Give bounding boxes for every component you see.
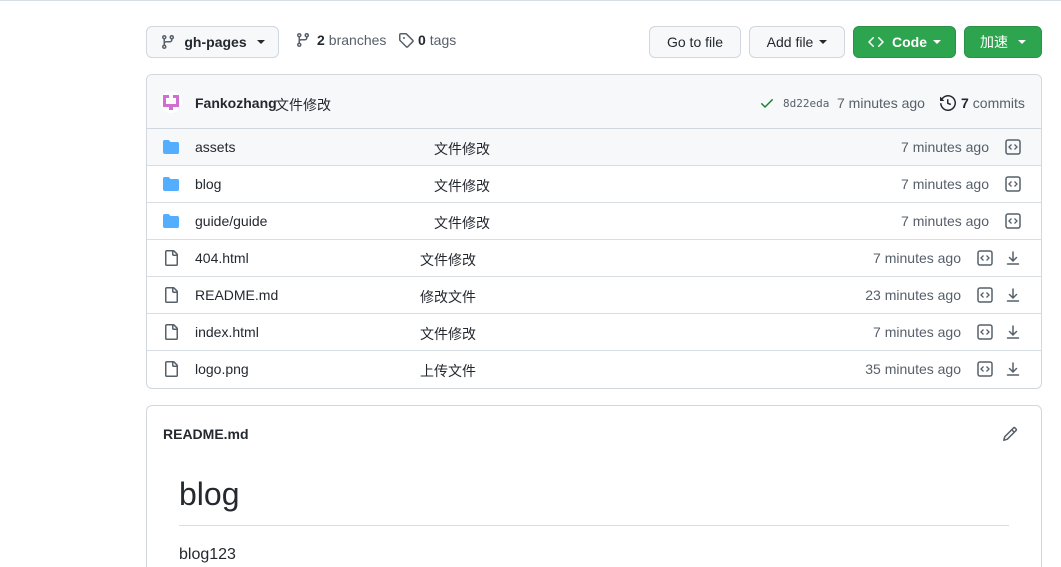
accelerate-button[interactable]: 加速 (964, 26, 1042, 58)
file-commit-message[interactable]: 文件修改 (434, 213, 490, 233)
branches-link[interactable]: 2 branches (295, 32, 386, 48)
file-row-404[interactable]: 404.html 文件修改 7 minutes ago (147, 240, 1041, 277)
file-row-logo[interactable]: logo.png 上传文件 35 minutes ago (147, 351, 1041, 388)
file-commit-message[interactable]: 文件修改 (434, 139, 490, 159)
view-code-icon[interactable] (1005, 139, 1021, 155)
branch-label: gh-pages (184, 34, 247, 50)
file-row-assets[interactable]: assets 文件修改 7 minutes ago (147, 129, 1041, 166)
file-name[interactable]: assets (195, 139, 235, 155)
download-icon[interactable] (1005, 361, 1021, 377)
readme-body: blog123 (179, 546, 236, 563)
tag-icon (399, 33, 414, 48)
file-commit-message[interactable]: 文件修改 (420, 324, 476, 344)
file-row-blog[interactable]: blog 文件修改 7 minutes ago (147, 166, 1041, 203)
branches-label: branches (328, 32, 387, 48)
file-commit-message[interactable]: 修改文件 (420, 287, 476, 307)
tags-link[interactable]: 0 tags (398, 32, 456, 48)
tags-count: 0 (418, 32, 426, 48)
readme-panel: README.md blog blog123 (146, 405, 1042, 567)
file-list: Fankozhang 文件修改 8d22eda 7 minutes ago 7 … (146, 74, 1042, 389)
file-commit-message[interactable]: 文件修改 (420, 250, 476, 270)
view-code-icon[interactable] (977, 361, 993, 377)
file-name[interactable]: blog (195, 176, 221, 192)
readme-heading: blog (179, 476, 240, 512)
chevron-down-icon (819, 40, 828, 44)
readme-filename: README.md (163, 426, 249, 442)
commits-count: 7 (961, 95, 969, 111)
file-time: 7 minutes ago (901, 139, 989, 155)
accelerate-label: 加速 (980, 34, 1008, 50)
file-icon (165, 324, 178, 340)
file-icon (165, 287, 178, 303)
download-icon[interactable] (1005, 250, 1021, 266)
pencil-icon[interactable] (1002, 426, 1018, 442)
file-icon (165, 361, 178, 377)
commits-label: commits (972, 95, 1025, 111)
add-file-label: Add file (766, 34, 814, 50)
file-name[interactable]: guide/guide (195, 213, 267, 229)
download-icon[interactable] (1005, 287, 1021, 303)
file-row-readme[interactable]: README.md 修改文件 23 minutes ago (147, 277, 1041, 314)
code-button[interactable]: Code (853, 26, 956, 58)
folder-icon (163, 140, 179, 154)
branch-select-button[interactable]: gh-pages (146, 26, 279, 58)
file-name[interactable]: index.html (195, 324, 259, 340)
avatar[interactable] (160, 91, 182, 113)
view-code-icon[interactable] (977, 324, 993, 340)
branch-icon (162, 35, 175, 50)
branch-icon (296, 33, 309, 48)
file-time: 7 minutes ago (873, 324, 961, 340)
chevron-down-icon (1018, 40, 1026, 44)
file-row-index[interactable]: index.html 文件修改 7 minutes ago (147, 314, 1041, 351)
view-code-icon[interactable] (977, 287, 993, 303)
file-icon (165, 250, 178, 266)
file-time: 35 minutes ago (865, 361, 961, 377)
file-name[interactable]: logo.png (195, 361, 249, 377)
code-label: Code (892, 34, 927, 50)
file-time: 7 minutes ago (873, 250, 961, 266)
commits-link[interactable]: 7 commits (940, 95, 1025, 111)
readme-heading-divider (179, 525, 1009, 526)
file-commit-message[interactable]: 上传文件 (420, 361, 476, 381)
check-icon (761, 99, 773, 108)
commit-author[interactable]: Fankozhang (195, 95, 277, 111)
download-icon[interactable] (1005, 324, 1021, 340)
branches-count: 2 (317, 32, 325, 48)
tags-label: tags (429, 32, 457, 48)
file-name[interactable]: 404.html (195, 250, 249, 266)
latest-commit-bar: Fankozhang 文件修改 8d22eda 7 minutes ago 7 … (147, 75, 1041, 129)
chevron-down-icon (933, 40, 941, 44)
folder-icon (163, 214, 179, 228)
file-time: 7 minutes ago (901, 213, 989, 229)
view-code-icon[interactable] (1005, 213, 1021, 229)
code-icon (868, 36, 884, 48)
file-name[interactable]: README.md (195, 287, 278, 303)
commit-sha[interactable]: 8d22eda (783, 97, 829, 110)
folder-icon (163, 177, 179, 191)
file-time: 23 minutes ago (865, 287, 961, 303)
go-to-file-button[interactable]: Go to file (649, 26, 741, 58)
view-code-icon[interactable] (1005, 176, 1021, 192)
top-divider (0, 0, 1061, 1)
chevron-down-icon (256, 40, 265, 44)
commit-time: 7 minutes ago (837, 95, 925, 111)
file-commit-message[interactable]: 文件修改 (434, 176, 490, 196)
history-icon (940, 95, 956, 111)
file-row-guide[interactable]: guide/guide 文件修改 7 minutes ago (147, 203, 1041, 240)
view-code-icon[interactable] (977, 250, 993, 266)
file-time: 7 minutes ago (901, 176, 989, 192)
add-file-button[interactable]: Add file (749, 26, 845, 58)
commit-message[interactable]: 文件修改 (275, 95, 331, 115)
